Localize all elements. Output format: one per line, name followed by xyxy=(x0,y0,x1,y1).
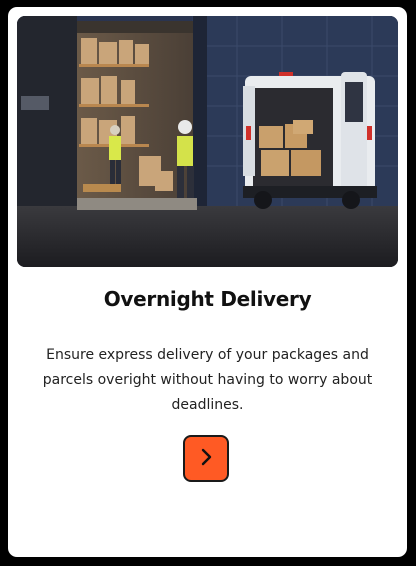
chevron-right-icon xyxy=(196,447,216,471)
service-card: Overnight Delivery Ensure express delive… xyxy=(8,7,407,557)
card-description: Ensure express delivery of your packages… xyxy=(42,347,373,413)
next-button[interactable] xyxy=(183,435,229,482)
delivery-photo xyxy=(17,16,398,267)
card-title: Overnight Delivery xyxy=(103,287,312,311)
warehouse-illustration xyxy=(17,16,398,267)
